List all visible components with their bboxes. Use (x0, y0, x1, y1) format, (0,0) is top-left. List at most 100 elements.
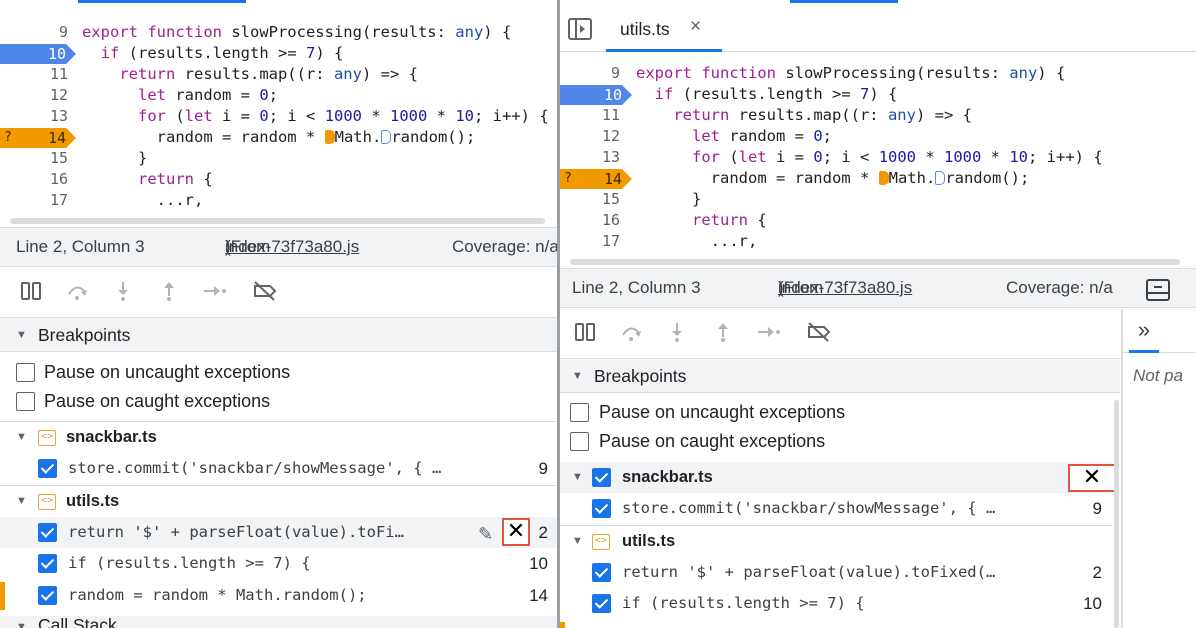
code-line[interactable]: 11 return results.map((r: any) => { (560, 105, 1196, 126)
conditional-breakpoint-marker[interactable]: ? 14 (560, 169, 632, 189)
line-number[interactable]: 9 (0, 22, 68, 43)
line-number[interactable]: 11 (560, 105, 620, 126)
checkbox[interactable] (16, 363, 35, 382)
toggle-navigator-icon[interactable] (568, 18, 592, 45)
conditional-breakpoint-marker[interactable]: ? 14 (0, 128, 76, 148)
line-number[interactable]: 16 (560, 210, 620, 231)
breakpoint-item[interactable]: random = random * Math.random(); 14 (0, 580, 558, 611)
code-line[interactable]: 11 return results.map((r: any) => { (0, 64, 558, 85)
sidebar-splitter[interactable] (1121, 309, 1123, 628)
code-line[interactable]: ? 14 random = random * Math. random(); (0, 127, 558, 148)
breakpoint-checkbox[interactable] (38, 459, 57, 478)
breakpoint-checkbox[interactable] (38, 554, 57, 573)
source-file-link[interactable]: index-73f73a80.js (778, 269, 912, 307)
more-tabs-icon[interactable]: » (1129, 317, 1159, 353)
pause-uncaught-option[interactable]: Pause on uncaught exceptions (0, 357, 558, 388)
pause-caught-option[interactable]: Pause on caught exceptions (560, 426, 1112, 457)
code-line[interactable]: 16 return { (560, 210, 1196, 231)
step-out-icon[interactable] (156, 280, 182, 306)
checkbox[interactable] (570, 403, 589, 422)
collapse-triangle-icon[interactable]: ▼ (572, 526, 583, 557)
remove-file-breakpoints-button[interactable]: ✕ (1068, 464, 1116, 492)
breakpoint-checkbox[interactable] (592, 563, 611, 582)
code-line[interactable]: 17 ...r, (0, 190, 558, 211)
breakpoint-file-group-hovered[interactable]: ▼ snackbar.ts ✕ (560, 462, 1116, 493)
deactivate-breakpoints-icon[interactable] (252, 280, 278, 306)
close-tab-icon[interactable]: × (690, 16, 701, 38)
checkbox[interactable] (16, 392, 35, 411)
code-line[interactable]: 10 if (results.length >= 7) { (560, 84, 1196, 105)
line-number[interactable]: 17 (0, 190, 68, 211)
step-out-icon[interactable] (710, 321, 736, 347)
breakpoint-item[interactable]: if (results.length >= 7) { 10 (0, 548, 558, 579)
collapse-triangle-icon[interactable]: ▼ (16, 422, 27, 453)
code-line[interactable]: 9 export function slowProcessing(results… (0, 22, 558, 43)
line-number[interactable]: 15 (560, 189, 620, 210)
breakpoint-item[interactable]: store.commit('snackbar/showMessage', { …… (0, 453, 558, 484)
breakpoint-item-hovered[interactable]: return '$' + parseFloat(value).toFi… ✎ ✕… (0, 517, 558, 548)
line-number[interactable]: 13 (0, 106, 68, 127)
line-number[interactable]: 11 (0, 64, 68, 85)
pause-icon[interactable] (572, 321, 598, 347)
collapse-triangle-icon[interactable]: ▼ (16, 486, 27, 517)
collapse-triangle-icon[interactable]: ▼ (16, 318, 27, 352)
breakpoints-section-header[interactable]: ▼ Breakpoints (560, 359, 1120, 393)
breakpoint-checkbox[interactable] (38, 586, 57, 605)
line-number[interactable]: 9 (560, 63, 620, 84)
code-editor[interactable]: 9 export function slowProcessing(results… (0, 22, 558, 218)
breakpoint-item[interactable]: if (results.length >= 7) { 10 (560, 588, 1112, 619)
line-number[interactable]: 13 (560, 147, 620, 168)
line-number[interactable]: 15 (0, 148, 68, 169)
code-line[interactable]: 16 return { (0, 169, 558, 190)
breakpoint-item[interactable]: return '$' + parseFloat(value).toFixed(…… (560, 557, 1112, 588)
code-editor[interactable]: 9 export function slowProcessing(results… (560, 63, 1196, 259)
code-line[interactable]: 15 } (0, 148, 558, 169)
breakpoint-checkbox[interactable] (38, 523, 57, 542)
code-line[interactable]: 12 let random = 0; (0, 85, 558, 106)
inline-breakpoint-inactive-icon[interactable] (381, 130, 392, 144)
breakpoint-file-group[interactable]: ▼ <> utils.ts (0, 486, 558, 517)
breakpoint-item[interactable]: store.commit('snackbar/showMessage', { …… (560, 493, 1112, 524)
source-file-link[interactable]: index-73f73a80.js (225, 228, 359, 266)
tab-utils-ts[interactable]: utils.ts × (606, 8, 722, 52)
pause-uncaught-option[interactable]: Pause on uncaught exceptions (560, 397, 1112, 428)
breakpoint-checkbox[interactable] (592, 499, 611, 518)
collapse-triangle-icon[interactable]: ▼ (572, 462, 583, 493)
call-stack-section-header[interactable]: ▼ Call Stack (0, 615, 558, 628)
code-line[interactable]: 10 if (results.length >= 7) { (0, 43, 558, 64)
vertical-scrollbar[interactable] (1114, 400, 1119, 628)
deactivate-breakpoints-icon[interactable] (806, 321, 832, 347)
breakpoint-marker[interactable]: 10 (560, 85, 632, 105)
code-line[interactable]: 12 let random = 0; (560, 126, 1196, 147)
collapse-triangle-icon[interactable]: ▼ (572, 359, 583, 393)
inline-breakpoint-active-icon[interactable] (878, 171, 889, 185)
line-number[interactable]: 12 (0, 85, 68, 106)
breakpoint-file-group[interactable]: ▼ <> snackbar.ts (0, 422, 558, 453)
checkbox[interactable] (570, 432, 589, 451)
breakpoint-checkbox[interactable] (592, 594, 611, 613)
horizontal-scrollbar[interactable] (10, 218, 545, 224)
code-line[interactable]: ? 14 random = random * Math. random(); (560, 168, 1196, 189)
code-line[interactable]: 17 ...r, (560, 231, 1196, 252)
step-into-icon[interactable] (664, 321, 690, 347)
step-over-icon[interactable] (618, 321, 644, 347)
breakpoint-file-group[interactable]: ▼ <> utils.ts (560, 526, 1112, 557)
collapse-triangle-icon[interactable]: ▼ (16, 610, 27, 628)
line-number[interactable]: 12 (560, 126, 620, 147)
breakpoint-marker[interactable]: 10 (0, 44, 76, 64)
inline-breakpoint-inactive-icon[interactable] (935, 171, 946, 185)
inline-breakpoint-active-icon[interactable] (324, 130, 335, 144)
code-line[interactable]: 15 } (560, 189, 1196, 210)
line-number[interactable]: 17 (560, 231, 620, 252)
code-line[interactable]: 13 for (let i = 0; i < 1000 * 1000 * 10;… (560, 147, 1196, 168)
step-over-icon[interactable] (64, 280, 90, 306)
edit-pencil-icon[interactable]: ✎ (478, 519, 493, 550)
horizontal-scrollbar[interactable] (570, 259, 1180, 265)
step-into-icon[interactable] (110, 280, 136, 306)
line-number[interactable]: 16 (0, 169, 68, 190)
pause-icon[interactable] (18, 280, 44, 306)
step-icon[interactable] (756, 321, 782, 347)
breakpoints-section-header[interactable]: ▼ Breakpoints (0, 318, 558, 352)
code-line[interactable]: 13 for (let i = 0; i < 1000 * 1000 * 10;… (0, 106, 558, 127)
pause-caught-option[interactable]: Pause on caught exceptions (0, 386, 558, 417)
